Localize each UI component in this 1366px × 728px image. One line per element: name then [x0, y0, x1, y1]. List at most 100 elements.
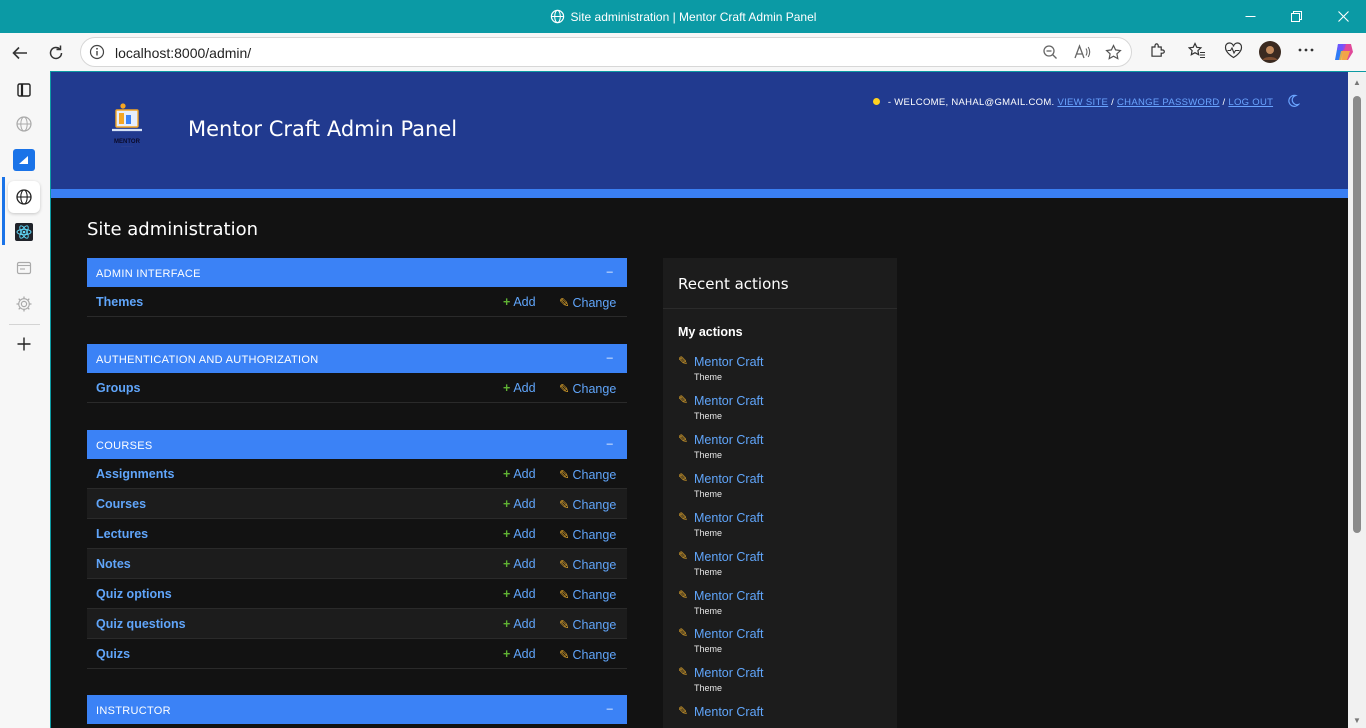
- model-link[interactable]: Lectures: [96, 527, 148, 541]
- tab-app-icon[interactable]: [11, 147, 37, 173]
- action-link[interactable]: Mentor Craft: [694, 433, 763, 447]
- copilot-icon[interactable]: [1332, 40, 1356, 69]
- action-link[interactable]: Mentor Craft: [694, 627, 763, 641]
- change-link[interactable]: ✎ Change: [559, 467, 616, 482]
- change-label: Change: [572, 296, 617, 310]
- scroll-up-arrow[interactable]: ▲: [1353, 78, 1361, 87]
- browser-toolbar: localhost:8000/admin/: [0, 33, 1366, 71]
- zoom-out-icon[interactable]: [1042, 44, 1058, 65]
- theme-toggle-moon-icon[interactable]: [1286, 94, 1301, 111]
- view-site-link[interactable]: VIEW SITE: [1057, 97, 1108, 108]
- action-link[interactable]: Mentor Craft: [694, 511, 763, 525]
- log-out-link[interactable]: LOG OUT: [1228, 97, 1273, 108]
- add-link[interactable]: + Add: [503, 295, 536, 309]
- browser-essentials-icon[interactable]: [1224, 42, 1243, 64]
- change-password-link[interactable]: CHANGE PASSWORD: [1117, 97, 1220, 108]
- action-link[interactable]: Mentor Craft: [694, 355, 763, 369]
- change-link[interactable]: ✎ Change: [559, 295, 616, 310]
- action-link[interactable]: Mentor Craft: [694, 550, 763, 564]
- change-link[interactable]: ✎ Change: [559, 557, 616, 572]
- action-type: Theme: [694, 567, 723, 577]
- action-link[interactable]: Mentor Craft: [694, 705, 763, 719]
- page-viewport: MENTOR Mentor Craft Admin Panel - WELCOM…: [51, 72, 1348, 728]
- tab-globe-icon[interactable]: [11, 111, 37, 137]
- pencil-icon: ✎: [678, 626, 689, 640]
- action-link[interactable]: Mentor Craft: [694, 666, 763, 680]
- add-link[interactable]: + Add: [503, 381, 536, 395]
- collapse-toggle[interactable]: –: [607, 266, 613, 278]
- module-caption[interactable]: INSTRUCTOR –: [87, 695, 627, 724]
- extensions-icon[interactable]: [1149, 42, 1166, 64]
- profile-avatar[interactable]: [1258, 40, 1282, 69]
- scrollbar-thumb[interactable]: [1353, 96, 1361, 533]
- model-link[interactable]: Courses: [96, 497, 146, 511]
- add-label: Add: [513, 467, 536, 481]
- collapse-toggle[interactable]: –: [607, 438, 613, 450]
- change-link[interactable]: ✎ Change: [559, 587, 616, 602]
- model-link[interactable]: Groups: [96, 381, 140, 395]
- tab-active-globe-icon[interactable]: [8, 181, 40, 213]
- action-link[interactable]: Mentor Craft: [694, 394, 763, 408]
- favorite-star-icon[interactable]: [1105, 44, 1122, 66]
- tab-react-icon[interactable]: [11, 219, 37, 245]
- settings-gear-icon[interactable]: [11, 291, 37, 317]
- change-link[interactable]: ✎ Change: [559, 497, 616, 512]
- model-link[interactable]: Quiz questions: [96, 617, 186, 631]
- pencil-icon: ✎: [678, 588, 689, 602]
- change-label: Change: [572, 558, 617, 572]
- address-bar[interactable]: localhost:8000/admin/: [80, 37, 1132, 67]
- action-type: Theme: [694, 683, 723, 693]
- window-titlebar: Site administration | Mentor Craft Admin…: [0, 0, 1366, 33]
- more-options-icon[interactable]: [1297, 42, 1315, 63]
- tab-window-icon[interactable]: [11, 255, 37, 281]
- change-link[interactable]: ✎ Change: [559, 527, 616, 542]
- site-info-icon[interactable]: [89, 44, 105, 65]
- add-tab-icon[interactable]: [11, 331, 37, 357]
- site-branding[interactable]: Mentor Craft Admin Panel: [188, 117, 457, 141]
- admin-header: MENTOR Mentor Craft Admin Panel - WELCOM…: [51, 72, 1348, 198]
- add-link[interactable]: + Add: [503, 587, 536, 601]
- minimize-button[interactable]: [1227, 0, 1273, 33]
- model-link[interactable]: Themes: [96, 295, 143, 309]
- refresh-button[interactable]: [43, 40, 69, 66]
- module-caption[interactable]: AUTHENTICATION AND AUTHORIZATION –: [87, 344, 627, 373]
- page-title: Site administration: [87, 219, 259, 240]
- model-link[interactable]: Notes: [96, 557, 131, 571]
- collapse-toggle[interactable]: –: [607, 352, 613, 364]
- plus-icon: +: [503, 295, 511, 309]
- tab-actions-icon[interactable]: [11, 77, 37, 103]
- add-label: Add: [513, 587, 536, 601]
- module-caption-text: INSTRUCTOR: [96, 705, 171, 717]
- add-link[interactable]: + Add: [503, 527, 536, 541]
- add-link[interactable]: + Add: [503, 497, 536, 511]
- restore-button[interactable]: [1273, 0, 1319, 33]
- change-link[interactable]: ✎ Change: [559, 381, 616, 396]
- add-label: Add: [513, 557, 536, 571]
- scroll-down-arrow[interactable]: ▼: [1353, 716, 1361, 725]
- model-link[interactable]: Quiz options: [96, 587, 172, 601]
- change-link[interactable]: ✎ Change: [559, 647, 616, 662]
- module-caption[interactable]: ADMIN INTERFACE –: [87, 258, 627, 287]
- add-link[interactable]: + Add: [503, 467, 536, 481]
- module-caption-text: COURSES: [96, 440, 153, 452]
- add-link[interactable]: + Add: [503, 557, 536, 571]
- action-link[interactable]: Mentor Craft: [694, 472, 763, 486]
- module-caption[interactable]: COURSES –: [87, 430, 627, 459]
- mentor-logo: MENTOR: [107, 102, 147, 150]
- favorites-icon[interactable]: [1187, 42, 1206, 64]
- action-link[interactable]: Mentor Craft: [694, 589, 763, 603]
- close-button[interactable]: [1320, 0, 1366, 33]
- pencil-icon: ✎: [559, 648, 570, 662]
- page-scrollbar[interactable]: ▲ ▼: [1348, 72, 1366, 728]
- model-link[interactable]: Quizs: [96, 647, 130, 661]
- model-link[interactable]: Assignments: [96, 467, 175, 481]
- pencil-icon: ✎: [678, 510, 689, 524]
- add-link[interactable]: + Add: [503, 647, 536, 661]
- add-link[interactable]: + Add: [503, 617, 536, 631]
- read-aloud-icon[interactable]: [1074, 44, 1091, 65]
- collapse-toggle[interactable]: –: [607, 703, 613, 715]
- back-button[interactable]: [7, 40, 33, 66]
- plus-icon: +: [503, 497, 511, 511]
- change-label: Change: [572, 588, 617, 602]
- change-link[interactable]: ✎ Change: [559, 617, 616, 632]
